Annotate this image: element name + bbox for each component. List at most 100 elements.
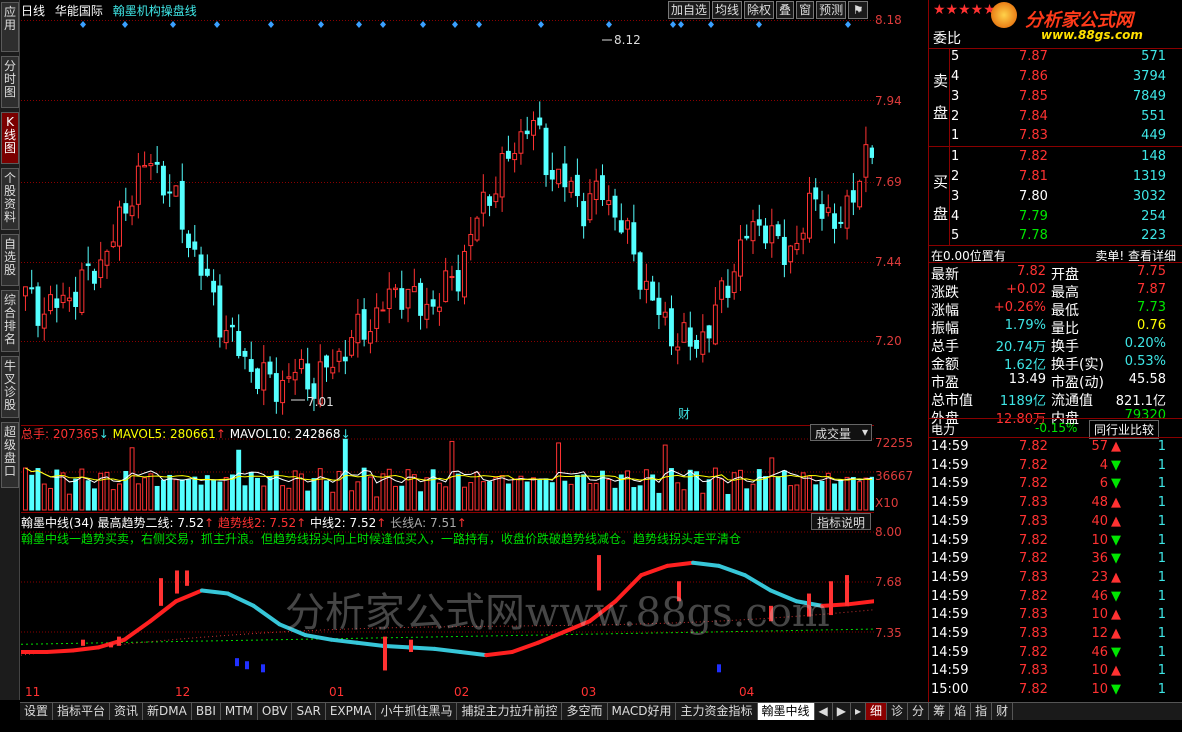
tab-flame[interactable]: 焰 [950, 703, 972, 720]
tab-kline[interactable]: K线图 [1, 112, 19, 164]
candle-body [838, 221, 844, 224]
forecast-button[interactable]: 预测 [816, 1, 847, 19]
event-diamond-icon [678, 21, 684, 28]
tab-diagnosis[interactable]: 牛叉诊股 [1, 356, 19, 418]
finance-marker[interactable]: 财 [678, 407, 690, 421]
tab-watchlist[interactable]: 自选股 [1, 234, 19, 286]
candle-body [681, 322, 687, 343]
candle-body [850, 190, 856, 203]
candle-body [148, 163, 154, 167]
trend-segment [665, 560, 696, 568]
sector-name[interactable]: 电力 [931, 421, 955, 438]
indicator-help-button[interactable]: 指标说明 [811, 513, 872, 530]
tick-time: 14:59 [931, 513, 969, 529]
arrow-up-icon: ↑ [456, 516, 467, 530]
tab-ranking[interactable]: 综合排名 [1, 290, 19, 352]
ask-price[interactable]: 7.87 [1019, 49, 1048, 64]
quote-label: 涨跌 [931, 285, 959, 301]
candle-body [85, 263, 91, 266]
tab-bbi[interactable]: BBI [192, 703, 221, 720]
quote-label: 振幅 [931, 321, 959, 337]
month-label: 01 [329, 685, 345, 699]
add-watchlist-button[interactable]: 加自选 [668, 1, 711, 19]
indicator-tick: 8.00 [875, 525, 902, 539]
tab-obv[interactable]: OBV [258, 703, 293, 720]
candle-body [399, 288, 405, 310]
candle-body [769, 225, 775, 244]
overlay-button[interactable]: 叠 [776, 1, 795, 19]
tab-super-panel[interactable]: 超级盘口 [1, 422, 19, 488]
candle-body [556, 168, 562, 185]
volume-bar [267, 476, 273, 511]
ask-price[interactable]: 7.84 [1019, 109, 1048, 124]
bid-price[interactable]: 7.81 [1019, 169, 1048, 184]
volume-bar [606, 478, 612, 511]
scroll-down-icon[interactable]: ▾ [856, 2, 862, 16]
arrow-up-icon: ↑ [296, 516, 307, 530]
tab-indicator-platform[interactable]: 指标平台 [53, 703, 111, 720]
period-label[interactable]: 日线 [21, 4, 45, 18]
quote-label: 开盘 [1051, 267, 1079, 283]
ask-price[interactable]: 7.85 [1019, 89, 1048, 104]
tab-diag[interactable]: 诊 [887, 703, 909, 720]
tab-main-fund[interactable]: 主力资金指标 [676, 703, 758, 720]
tab-news[interactable]: 资讯 [110, 703, 144, 720]
tab-minute[interactable]: 分 [908, 703, 930, 720]
volume-bar [468, 482, 474, 511]
tab-menu-icon[interactable]: ▸ [851, 703, 867, 720]
ma-button[interactable]: 均线 [712, 1, 743, 19]
ask-price[interactable]: 7.83 [1019, 128, 1048, 143]
candlestick-chart[interactable]: 8.12 7.01 财 [21, 20, 874, 425]
bid-price[interactable]: 7.80 [1019, 189, 1048, 204]
candle-body [505, 150, 511, 159]
trend-segment [639, 563, 670, 578]
tab-finance[interactable]: 财 [992, 703, 1014, 720]
window-button[interactable]: 窗 [796, 1, 815, 19]
tab-mtm[interactable]: MTM [221, 703, 258, 720]
tab-dma[interactable]: 新DMA [143, 703, 192, 720]
signal-bar [409, 639, 413, 652]
tab-detail[interactable]: 细 [866, 703, 888, 720]
volume-bar [91, 488, 97, 511]
volume-bar [449, 440, 455, 511]
volume-indicator-select[interactable]: 成交量 ▾ [810, 424, 872, 441]
ask-price[interactable]: 7.86 [1019, 69, 1048, 84]
tab-settings[interactable]: 设置 [20, 703, 54, 720]
bid-price[interactable]: 7.78 [1019, 228, 1048, 243]
tab-custom-1[interactable]: 小牛抓住黑马 [376, 703, 458, 720]
time-axis: 11 12 01 02 03 04 [21, 685, 876, 701]
trend-segment [122, 619, 153, 642]
tab-custom-3[interactable]: 多空而 [562, 703, 608, 720]
volume-bar [48, 487, 53, 511]
tick-volume: 10 [1091, 532, 1108, 548]
tab-apps[interactable]: 应用 [1, 2, 19, 52]
volume-bar [631, 487, 637, 511]
mavol5-value: MAVOL5: 280661 [112, 427, 216, 441]
candle-body [436, 306, 442, 312]
prev-tab-icon[interactable]: ◀ [815, 703, 833, 720]
ask-volume: 449 [1141, 128, 1166, 143]
exright-button[interactable]: 除权 [744, 1, 775, 19]
tab-hanmo[interactable]: 翰墨中线 [757, 703, 815, 720]
tab-intraday[interactable]: 分时图 [1, 56, 19, 108]
tab-chip[interactable]: 筹 [929, 703, 951, 720]
bid-price[interactable]: 7.79 [1019, 209, 1048, 224]
volume-bar [863, 477, 869, 511]
tab-custom-2[interactable]: 捕捉主力拉升前控 [457, 703, 563, 720]
bottom-tab-bar: 设置 指标平台 资讯 新DMA BBI MTM OBV SAR EXPMA 小牛… [20, 702, 1182, 720]
arrow-up-icon: ↑ [215, 427, 226, 441]
next-tab-icon[interactable]: ▶ [833, 703, 851, 720]
total-volume-value: 207365 [52, 427, 99, 441]
tab-index[interactable]: 指 [971, 703, 993, 720]
tab-sar[interactable]: SAR [292, 703, 326, 720]
tab-expma[interactable]: EXPMA [326, 703, 377, 720]
candle-body [66, 297, 72, 302]
volume-bar [637, 485, 643, 511]
bid-price[interactable]: 7.82 [1019, 149, 1048, 164]
candle-body [593, 180, 599, 201]
tab-macd[interactable]: MACD好用 [608, 703, 677, 720]
event-diamond-icon [452, 21, 458, 28]
tab-profile[interactable]: 个股资料 [1, 168, 19, 230]
trend-segment [70, 645, 101, 653]
quote-label: 最新 [931, 267, 959, 283]
